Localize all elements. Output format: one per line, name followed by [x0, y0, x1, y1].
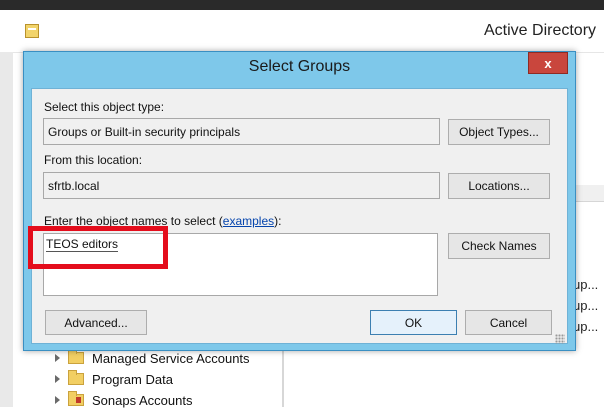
object-names-label-suffix: ): [274, 214, 282, 228]
screen-top-strip [0, 0, 604, 10]
tree-item-label: Sonaps Accounts [92, 392, 193, 408]
tree-item-label: Managed Service Accounts [92, 350, 250, 366]
right-pane-item[interactable]: up... [573, 298, 598, 313]
folder-icon [68, 370, 84, 385]
location-field: sfrtb.local [43, 172, 440, 199]
right-pane-column-header[interactable] [575, 185, 604, 202]
background-window-title: Active Directory [484, 22, 597, 39]
folder-icon [68, 349, 84, 364]
background-left-strip [0, 52, 13, 407]
app-icon [25, 24, 39, 38]
special-folder-icon [68, 391, 84, 406]
tree-item-managed-service-accounts[interactable]: Managed Service Accounts [55, 348, 250, 368]
ok-button[interactable]: OK [370, 310, 457, 335]
right-pane-item[interactable]: up... [573, 277, 598, 292]
close-button[interactable]: x [528, 52, 568, 74]
expand-arrow-icon[interactable] [55, 396, 60, 404]
close-icon: x [544, 55, 552, 71]
check-names-button[interactable]: Check Names [448, 233, 550, 259]
advanced-button[interactable]: Advanced... [45, 310, 147, 335]
location-label: From this location: [44, 153, 143, 167]
resize-grip-icon[interactable] [555, 334, 565, 344]
red-highlight-box [28, 226, 168, 269]
examples-link[interactable]: examples [223, 214, 274, 228]
dialog-title: Select Groups [248, 58, 351, 75]
expand-arrow-icon[interactable] [55, 354, 60, 362]
expand-arrow-icon[interactable] [55, 375, 60, 383]
locations-button[interactable]: Locations... [448, 173, 550, 199]
object-type-field: Groups or Built-in security principals [43, 118, 440, 145]
right-pane-item[interactable]: up... [573, 319, 598, 334]
object-types-button[interactable]: Object Types... [448, 119, 550, 145]
tree-item-sonaps-accounts[interactable]: Sonaps Accounts [55, 390, 192, 410]
tree-item-label: Program Data [92, 371, 173, 387]
cancel-button[interactable]: Cancel [465, 310, 552, 335]
object-type-label: Select this object type: [44, 100, 165, 114]
tree-item-program-data[interactable]: Program Data [55, 369, 173, 389]
